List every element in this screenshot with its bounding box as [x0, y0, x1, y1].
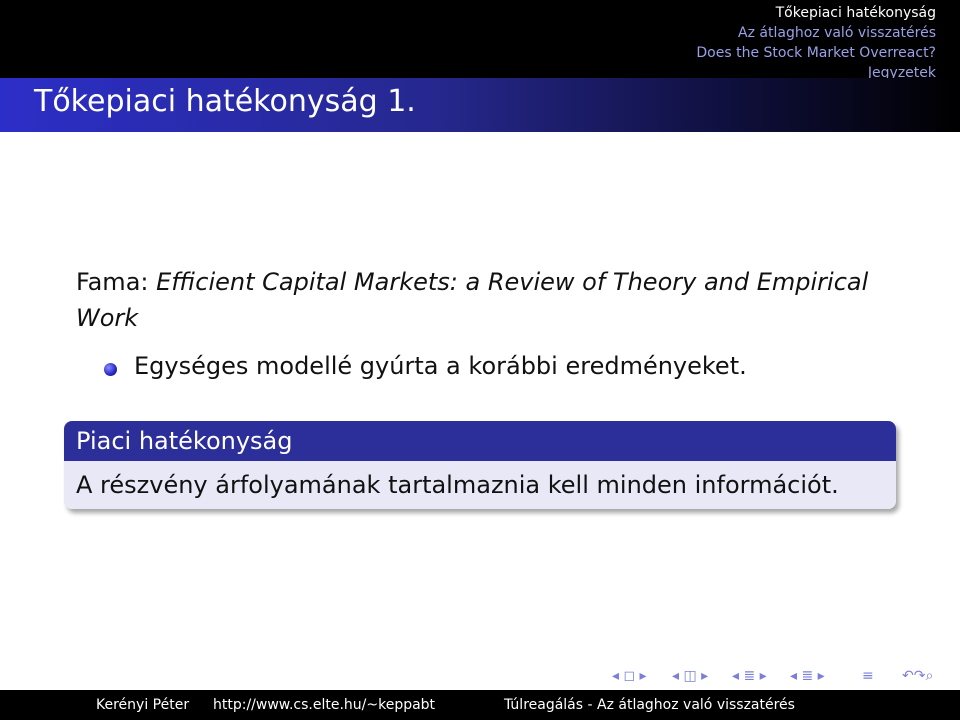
- footer-url[interactable]: http://www.cs.elte.hu/~keppabt: [213, 697, 435, 713]
- section-navigation: Tőkepiaci hatékonyság Az átlaghoz való v…: [696, 3, 936, 83]
- header-right-panel: Tőkepiaci hatékonyság Az átlaghoz való v…: [480, 0, 960, 81]
- align-icon[interactable]: ≡: [862, 668, 874, 684]
- nav-item-overreact[interactable]: Does the Stock Market Overreact?: [696, 43, 936, 63]
- reference-paragraph: Fama: Efficient Capital Markets: a Revie…: [76, 264, 906, 336]
- block-body: A részvény árfolyamának tartalmaznia kel…: [64, 461, 896, 509]
- search-icon[interactable]: ↶↷⌕: [902, 668, 933, 684]
- footer-section: Túlreagálás - Az átlaghoz való visszatér…: [504, 697, 795, 713]
- subsection-nav-icon[interactable]: ◂ ◫ ▸: [672, 668, 708, 684]
- section-nav-icon[interactable]: ◂ ≣ ▸: [732, 668, 767, 684]
- bullet-icon: [104, 363, 117, 376]
- nav-item-tokepiaci[interactable]: Tőkepiaci hatékonyság: [696, 3, 936, 23]
- reference-prefix: Fama:: [76, 268, 157, 296]
- header-left-panel: [0, 0, 480, 78]
- footer-right-panel: Túlreagálás - Az átlaghoz való visszatér…: [480, 690, 960, 720]
- frame-title-bar: Tőkepiaci hatékonyság 1.: [0, 78, 960, 132]
- footer-author: Kerényi Péter: [96, 697, 190, 713]
- nav-item-atlaghoz[interactable]: Az átlaghoz való visszatérés: [696, 23, 936, 43]
- frame-title: Tőkepiaci hatékonyság 1.: [34, 84, 416, 119]
- definition-block: Piaci hatékonyság A részvény árfolyamána…: [64, 421, 896, 509]
- footer-left-panel: Kerényi Péter http://www.cs.elte.hu/~kep…: [0, 690, 480, 720]
- frame-nav-icon[interactable]: ◂ ◻ ▸: [612, 668, 647, 684]
- reference-title: Efficient Capital Markets: a Review of T…: [76, 268, 869, 332]
- subsection2-nav-icon[interactable]: ◂ ≣ ▸: [790, 668, 825, 684]
- bullet-text: Egységes modellé gyúrta a korábbi eredmé…: [134, 352, 747, 380]
- block-title: Piaci hatékonyság: [64, 421, 896, 461]
